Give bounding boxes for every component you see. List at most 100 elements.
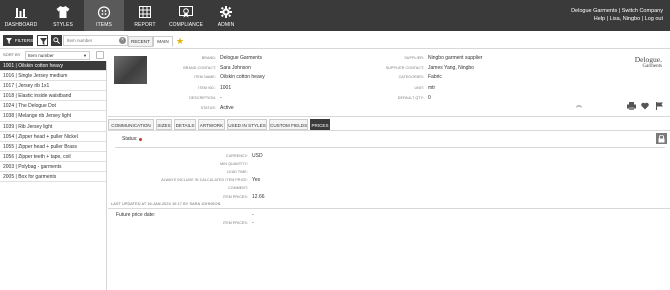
updated-divider xyxy=(108,208,670,209)
button-icon xyxy=(97,6,111,19)
search-icon xyxy=(53,37,60,44)
unit-label: UNIT: xyxy=(414,86,424,90)
tab-prices[interactable]: PRICES xyxy=(310,119,330,130)
subtabs-divider xyxy=(108,130,670,131)
sort-direction-icon[interactable] xyxy=(96,51,104,59)
categories-value: Fabric xyxy=(428,74,442,80)
status-divider xyxy=(115,147,665,148)
nav-report[interactable]: REPORT xyxy=(124,0,166,31)
brand-value: Delogue Garments xyxy=(220,55,262,61)
default-qty-label: DEFAULT QTY: xyxy=(397,96,424,100)
nav-styles-label: STYLES xyxy=(53,22,73,28)
currency-label: CURRENCY: xyxy=(225,154,248,158)
nav-dashboard[interactable]: DASHBOARD xyxy=(0,0,42,31)
nav-admin[interactable]: ADMIN xyxy=(206,0,246,31)
bar-chart-icon xyxy=(15,8,27,18)
future-item-prices-value: - xyxy=(252,220,254,226)
sort-row: SORT BY Item number ▼ xyxy=(0,50,107,61)
item-list: 1001 | Oilskin cotton heavy 1016 | Singl… xyxy=(0,61,107,290)
list-item[interactable]: 1055 | Zipper head + puller Brass xyxy=(0,142,106,152)
list-item[interactable]: 1017 | Jersey rib 1x1 xyxy=(0,81,106,92)
lock-button[interactable] xyxy=(656,133,667,144)
list-item[interactable]: 1001 | Oilskin cotton heavy xyxy=(0,61,106,72)
list-item[interactable]: 1038 | Melange rib Jersey light xyxy=(0,111,106,122)
item-prices-value: 12.66 xyxy=(252,194,265,200)
description-label: DESCRIPTION: xyxy=(189,96,216,100)
item-no-label: ITEM NO.: xyxy=(198,86,216,90)
supplier-label: SUPPLIER: xyxy=(404,56,424,60)
min-quantity-label: MIN QUANTITY: xyxy=(220,162,248,166)
sort-select-value: Item number xyxy=(28,53,54,58)
nav-report-label: REPORT xyxy=(134,22,156,28)
list-item[interactable]: 1018 | Elastic inside waistband xyxy=(0,91,106,102)
list-item[interactable]: 1016 | Single Jersey medium xyxy=(0,71,106,82)
list-item[interactable]: 1056 | Zipper teeth + tape, coil xyxy=(0,152,106,162)
tab-recent-label: RECENT xyxy=(131,39,150,44)
funnel-icon xyxy=(6,37,12,44)
brand-logo: Delogue. Garments xyxy=(635,56,662,70)
favorite-star-icon[interactable]: ★ xyxy=(176,36,186,46)
nav-styles[interactable]: STYLES xyxy=(42,0,84,31)
print-icon[interactable] xyxy=(627,102,636,110)
brand-contact-label: BRAND CONTACT: xyxy=(183,66,216,70)
comment-label: COMMENT: xyxy=(228,186,248,190)
future-price-value: - xyxy=(252,212,254,218)
supplier-contact-label: SUPPLIER CONTACT: xyxy=(385,66,424,70)
default-qty-value: 0 xyxy=(428,95,431,101)
status-value: Active xyxy=(220,105,234,111)
account-links: Delogue Garments | Switch Company Help |… xyxy=(571,7,663,23)
company-switch-link[interactable]: Delogue Garments | Switch Company xyxy=(571,7,663,15)
nav-compliance-label: COMPLIANCE xyxy=(168,22,204,28)
user-links[interactable]: Help | Lisa, Ningbo | Log out xyxy=(571,15,663,23)
list-item[interactable]: 1039 | Rib Jersey light xyxy=(0,122,106,132)
item-no-value: 1001 xyxy=(220,85,232,91)
status-dot xyxy=(139,138,142,141)
brand-contact-value: Sara Johnson xyxy=(220,65,251,71)
sort-label: SORT BY xyxy=(3,52,21,57)
sort-select[interactable]: Item number ▼ xyxy=(25,51,90,60)
tab-communication[interactable]: COMMUNICATION xyxy=(108,119,154,130)
search-button[interactable] xyxy=(51,35,62,46)
filter-toggle-button[interactable] xyxy=(37,35,48,46)
future-item-prices-label: ITEM PRICES: xyxy=(222,221,248,225)
tab-used-in-styles[interactable]: USED IN STYLES xyxy=(227,119,267,130)
list-item[interactable]: 1024 | The Delogue Dot xyxy=(0,101,106,112)
tab-artwork[interactable]: ARTWORK xyxy=(198,119,225,130)
flag-icon[interactable] xyxy=(656,102,663,110)
status-label: STATUS: xyxy=(200,106,216,110)
tab-recent[interactable]: RECENT xyxy=(128,36,153,47)
prices-status-label: Status: xyxy=(122,136,138,142)
header-divider xyxy=(108,116,670,117)
nav-dashboard-label: DASHBOARD xyxy=(4,22,38,28)
list-item[interactable]: 1054 | Zipper head + puller Nickel xyxy=(0,132,106,142)
tab-sizes[interactable]: SIZES xyxy=(156,119,172,130)
list-item[interactable]: 2003 | Polybag - garments xyxy=(0,162,106,173)
compliance-icon xyxy=(179,6,193,18)
always-include-value: Yes xyxy=(252,177,261,183)
last-updated-text: LAST UPDATED AT 16-JAN-2024 10:17 BY SAR… xyxy=(111,202,221,206)
top-navigation: DASHBOARD STYLES ITEMS REPORT COMPLIANCE… xyxy=(0,0,670,31)
currency-value: USD xyxy=(252,153,263,159)
filters-button[interactable]: FILTERS xyxy=(3,35,33,46)
collapse-up-icon[interactable]: ︽ xyxy=(576,100,582,109)
tab-main[interactable]: MAIN xyxy=(153,36,173,47)
description-value: - xyxy=(220,95,222,101)
nav-items[interactable]: ITEMS xyxy=(84,0,124,31)
heart-icon[interactable] xyxy=(641,102,649,110)
lead-time-label: LEAD TIME: xyxy=(227,170,248,174)
clear-search-icon[interactable]: × xyxy=(119,37,126,44)
nav-items-label: ITEMS xyxy=(96,22,112,28)
tab-details[interactable]: DETAILS xyxy=(174,119,196,130)
shirt-icon xyxy=(56,6,70,18)
brand-logo-name: Delogue. xyxy=(634,55,662,64)
item-name-value: Oilskin cotton heavy xyxy=(220,74,265,80)
filters-label: FILTERS xyxy=(15,38,34,43)
supplier-value: Ningbo garment supplier xyxy=(428,55,483,61)
nav-compliance[interactable]: COMPLIANCE xyxy=(166,0,206,31)
chevron-down-icon: ▼ xyxy=(83,53,87,58)
item-prices-label: ITEM PRICES: xyxy=(222,195,248,199)
list-item[interactable]: 2005 | Box for garments xyxy=(0,172,106,183)
left-toolbar: FILTERS × xyxy=(0,35,128,47)
tab-custom-fields[interactable]: CUSTOM FIELDS xyxy=(269,119,308,130)
grid-icon xyxy=(139,6,151,18)
